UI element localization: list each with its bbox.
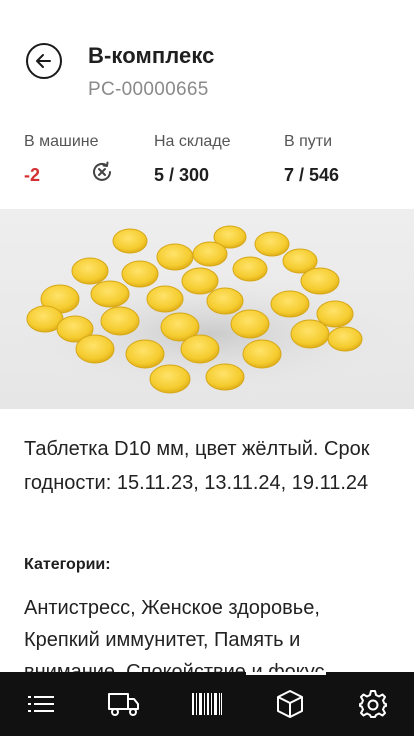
stat-label: В пути: [284, 133, 333, 150]
product-screen: B-комплекс PC-00000665 В машине -2 На ск…: [0, 0, 414, 736]
product-title: B-комплекс: [88, 43, 215, 68]
product-description: Таблетка D10 мм, цвет жёлтый. Срок годно…: [24, 438, 370, 494]
back-button[interactable]: [26, 43, 62, 79]
sync-cancel-icon: [93, 161, 111, 181]
stat-in-transit: В пути 7 / 546: [284, 130, 339, 186]
stock-stats: В машине -2 На складе 5 / 300 В пути 7 /…: [0, 130, 414, 200]
product-code: PC-00000665: [88, 79, 209, 100]
categories-label: Категории:: [24, 556, 111, 573]
truck-icon: [108, 693, 140, 716]
stat-value: 7 / 546: [284, 165, 340, 185]
nav-item-products[interactable]: [260, 672, 320, 736]
bottom-navigation: [0, 672, 414, 736]
nav-item-list[interactable]: [11, 672, 71, 736]
nav-item-scanner[interactable]: [177, 672, 237, 736]
stat-label: В машине: [24, 133, 99, 150]
stat-in-warehouse: На складе 5 / 300: [154, 130, 231, 186]
header: B-комплекс PC-00000665: [0, 0, 414, 120]
stat-in-car: В машине -2: [24, 130, 99, 186]
box-icon: [276, 690, 303, 718]
stat-value: 5 / 300: [154, 165, 210, 185]
categories-text: Антистресс, Женское здоровье, Крепкий им…: [24, 597, 325, 674]
sync-cancel-button[interactable]: [89, 159, 115, 185]
stat-label: На складе: [154, 133, 231, 150]
list-icon: [28, 696, 55, 712]
yellow-pills-photo: [20, 225, 400, 394]
active-tab-indicator: [246, 672, 326, 675]
product-image: [0, 209, 414, 409]
stat-value: -2: [24, 165, 41, 185]
nav-item-settings[interactable]: [343, 672, 403, 736]
arrow-left-icon: [36, 54, 51, 68]
nav-item-delivery[interactable]: [94, 672, 154, 736]
barcode-icon: [191, 693, 222, 715]
gear-icon: [358, 690, 387, 718]
